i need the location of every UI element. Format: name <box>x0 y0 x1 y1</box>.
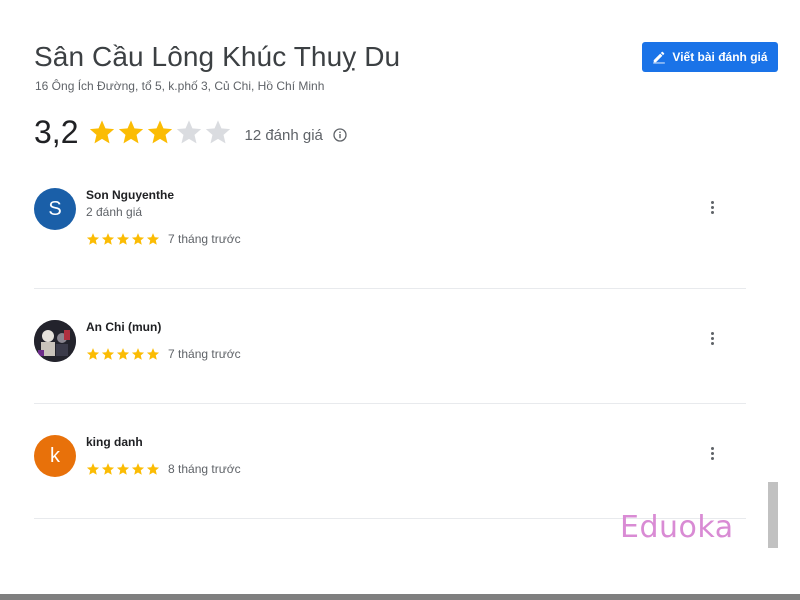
reviews-panel: Sân Cầu Lông Khúc Thuỵ Du 16 Ông Ích Đườ… <box>0 0 800 600</box>
scrollbar-thumb[interactable] <box>768 482 778 548</box>
more-options-icon[interactable] <box>704 442 720 464</box>
star-filled-icon <box>146 348 160 360</box>
reviewer-name[interactable]: king danh <box>86 435 143 449</box>
star-filled-icon <box>116 233 130 245</box>
star-filled-icon <box>131 348 145 360</box>
star-filled-icon <box>131 233 145 245</box>
star-filled-icon <box>146 463 160 475</box>
place-address: 16 Ông Ích Đường, tổ 5, k.phố 3, Củ Chi,… <box>35 79 325 93</box>
star-empty-icon <box>206 120 231 144</box>
avatar-photo <box>34 320 76 362</box>
star-filled-icon <box>116 348 130 360</box>
rating-value: 3,2 <box>34 114 79 150</box>
reviewer-name[interactable]: An Chi (mun) <box>86 320 161 334</box>
star-filled-icon <box>86 233 100 245</box>
bottom-edge-bar <box>0 594 800 600</box>
rating-stars <box>88 118 232 146</box>
review-time: 7 tháng trước <box>168 347 241 361</box>
reviewer-review-count: 2 đánh giá <box>86 205 143 219</box>
divider <box>34 288 746 289</box>
divider <box>34 403 746 404</box>
avatar[interactable] <box>34 320 76 362</box>
star-filled-icon <box>86 463 100 475</box>
star-filled-icon <box>101 233 115 245</box>
review-rating-line: 8 tháng trước <box>86 462 241 476</box>
star-filled-icon <box>116 463 130 475</box>
write-review-button[interactable]: Viết bài đánh giá <box>642 42 778 72</box>
review-stars <box>86 462 160 476</box>
review-stars <box>86 232 160 246</box>
place-title: Sân Cầu Lông Khúc Thuỵ Du <box>34 41 401 72</box>
watermark-logo: Eduoka <box>620 510 734 545</box>
review-count[interactable]: 12 đánh giá <box>244 127 322 144</box>
more-options-icon[interactable] <box>704 327 720 349</box>
avatar[interactable]: S <box>34 188 76 230</box>
star-empty-icon <box>177 120 202 144</box>
star-filled-icon <box>131 463 145 475</box>
more-options-icon[interactable] <box>704 196 720 218</box>
star-filled-icon <box>101 463 115 475</box>
avatar[interactable]: k <box>34 435 76 477</box>
review-item: k king danh 8 tháng trước <box>34 435 746 485</box>
review-time: 8 tháng trước <box>168 462 241 476</box>
rating-summary: 3,2 12 đánh giá <box>34 112 347 152</box>
review-rating-line: 7 tháng trước <box>86 347 241 361</box>
review-stars <box>86 347 160 361</box>
star-filled-icon <box>148 120 173 144</box>
star-filled-icon <box>146 233 160 245</box>
star-filled-icon <box>86 348 100 360</box>
write-review-label: Viết bài đánh giá <box>672 50 768 64</box>
reviewer-name[interactable]: Son Nguyenthe <box>86 188 174 202</box>
review-item: S Son Nguyenthe 2 đánh giá 7 tháng trước <box>34 188 746 258</box>
review-time: 7 tháng trước <box>168 232 241 246</box>
review-item: An Chi (mun) 7 tháng trước <box>34 320 746 370</box>
star-filled-icon <box>119 120 144 144</box>
review-rating-line: 7 tháng trước <box>86 232 241 246</box>
pencil-icon <box>652 50 666 64</box>
star-filled-icon <box>90 120 115 144</box>
info-icon[interactable] <box>333 128 347 142</box>
star-filled-icon <box>101 348 115 360</box>
